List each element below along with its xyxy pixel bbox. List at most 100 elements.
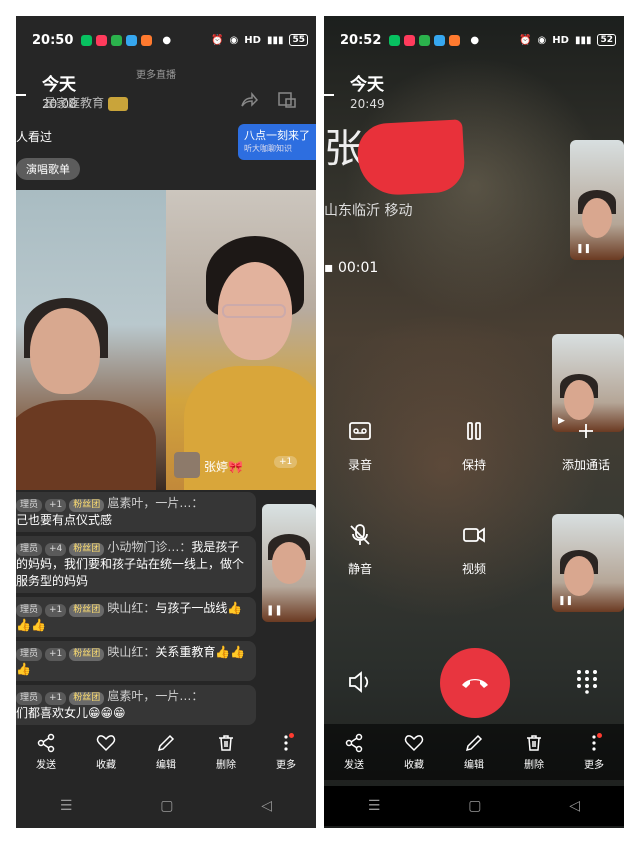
delete-button[interactable]: 删除 [524, 733, 544, 771]
app-icon [449, 34, 461, 46]
role-tag: 理员 [16, 543, 43, 556]
face [582, 198, 612, 238]
trash-icon [527, 735, 541, 751]
video-button[interactable]: 视频 [434, 522, 514, 577]
back-nav-icon[interactable]: ◁ [569, 798, 580, 814]
dialpad-icon[interactable] [574, 668, 600, 694]
comment-item: 理员 +1 粉丝团 映山红：与孩子一战线👍👍👍 [16, 597, 256, 637]
pip-icon[interactable] [278, 92, 296, 108]
favorite-label: 收藏 [404, 760, 424, 771]
battery-icon: 52 [597, 34, 616, 46]
comment-text: 们都喜欢女儿😁😁😁 [16, 706, 126, 720]
promo-banner[interactable]: 八点一刻来了 听大咖聊知识 [238, 124, 316, 160]
more-label: 更多 [276, 760, 296, 771]
streamer-avatar[interactable] [174, 452, 200, 478]
menu-nav-icon[interactable]: ☰ [60, 798, 73, 814]
heart-icon [96, 735, 116, 752]
edit-label: 编辑 [464, 760, 484, 771]
channel-label: 是家庭教育 [44, 96, 105, 110]
home-nav-icon[interactable]: ▢ [160, 798, 173, 814]
add-call-button[interactable]: 添加通话 [546, 418, 624, 473]
mini-video-window[interactable]: ❚❚ [262, 504, 316, 622]
back-nav-icon[interactable]: ◁ [261, 798, 272, 814]
comment-text: 己也要有点仪式感 [16, 513, 113, 527]
home-nav-icon[interactable]: ▢ [468, 798, 481, 814]
alarm-icon: ⏰ [519, 34, 532, 46]
header-date: 20:49 [350, 97, 385, 111]
duration-value: 00:01 [337, 260, 379, 276]
glasses [222, 304, 286, 318]
video-thumbnail[interactable]: ❚❚ [552, 514, 624, 612]
fan-badge: 粉丝团 [69, 648, 105, 661]
share-icon[interactable] [240, 92, 258, 108]
hangup-icon [462, 679, 488, 688]
back-icon[interactable] [16, 94, 26, 96]
wechat-icon [81, 34, 93, 46]
commenter-name: 映山红： [107, 645, 156, 659]
delete-label: 删除 [216, 760, 236, 771]
bottom-toolbar: 发送 收藏 编辑 删除 更多 [324, 724, 624, 780]
face [564, 380, 594, 420]
alarm-icon: ⏰ [211, 34, 224, 46]
viewed-count: 人看过 [16, 130, 53, 144]
video-thumbnail[interactable]: ❚❚ [570, 140, 624, 260]
channel-name: 是家庭教育 [44, 94, 129, 111]
face [564, 556, 594, 596]
caller-location: 山东临沂 移动 [324, 203, 413, 219]
delete-button[interactable]: 删除 [216, 733, 236, 771]
message-header: 今天 20:49 [350, 70, 385, 111]
left-screenshot: 20:50 ● ⏰ ◉ HD ▮▮▮ 55 今天 20:08 更多直播 是家庭教… [16, 16, 316, 828]
more-live-link[interactable]: 更多直播 [136, 66, 176, 81]
menu-nav-icon[interactable]: ☰ [368, 798, 381, 814]
battery-icon: 55 [289, 34, 308, 46]
mute-button[interactable]: 静音 [324, 522, 400, 577]
live-video[interactable] [16, 190, 316, 490]
commenter-name: 小动物门诊…： [107, 540, 192, 554]
level-tag: +1 [45, 692, 67, 705]
edit-button[interactable]: 编辑 [156, 733, 176, 771]
call-duration: ▪ 00:01 [324, 260, 379, 276]
sing-list-button[interactable]: 演唱歌单 [16, 158, 80, 180]
hangup-button[interactable] [440, 648, 510, 718]
edit-button[interactable]: 编辑 [464, 733, 484, 771]
face [30, 308, 100, 394]
header-title: 今天 [350, 75, 384, 95]
wechat-icon [389, 34, 401, 46]
mic-off-icon [350, 524, 370, 545]
record-button[interactable]: 录音 [324, 418, 400, 473]
wifi-icon: ◉ [229, 34, 239, 46]
wifi-icon: ◉ [537, 34, 547, 46]
signal-icon: ▮▮▮ [574, 34, 592, 46]
share-nodes-icon [37, 733, 55, 753]
comment-item: 理员 +1 粉丝团 扈素叶，一片…： 们都喜欢女儿😁😁😁 [16, 685, 256, 725]
commenter-name: 扈素叶，一片…： [107, 496, 204, 510]
level-tag: +1 [45, 648, 67, 661]
more-button[interactable]: 更多 [584, 733, 604, 771]
video-camera-icon [463, 527, 485, 543]
role-tag: 理员 [16, 499, 43, 512]
cassette-icon [349, 422, 371, 440]
back-icon[interactable] [324, 94, 334, 96]
pencil-icon [157, 734, 175, 752]
badge-dot [597, 733, 602, 738]
hold-button[interactable]: 保持 [434, 418, 514, 473]
sweater [16, 400, 156, 490]
video-label: 视频 [461, 562, 486, 576]
send-button[interactable]: 发送 [36, 733, 56, 771]
promo-subtitle: 听大咖聊知识 [244, 144, 292, 153]
favorite-button[interactable]: 收藏 [96, 733, 116, 771]
speaker-icon[interactable] [346, 668, 374, 696]
fan-badge: 粉丝团 [69, 543, 105, 556]
send-button[interactable]: 发送 [344, 733, 364, 771]
fan-badge: 粉丝团 [69, 692, 105, 705]
system-icons: ⏰ ◉ HD ▮▮▮ 55 [211, 34, 308, 46]
favorite-button[interactable]: 收藏 [404, 733, 424, 771]
notification-dot: ● [162, 34, 172, 46]
more-button[interactable]: 更多 [276, 733, 296, 771]
send-label: 发送 [36, 760, 56, 771]
comment-list: 理员 +1 粉丝团 扈素叶，一片…： 己也要有点仪式感 理员 +4 粉丝团 小动物门诊…：我是… [16, 492, 256, 729]
system-nav-bar: ☰ ▢ ◁ [324, 786, 624, 826]
commenter-name: 扈素叶，一片…： [107, 689, 204, 703]
status-bar: 20:50 ● ⏰ ◉ HD ▮▮▮ 55 [16, 16, 316, 64]
level-tag: +1 [45, 499, 67, 512]
